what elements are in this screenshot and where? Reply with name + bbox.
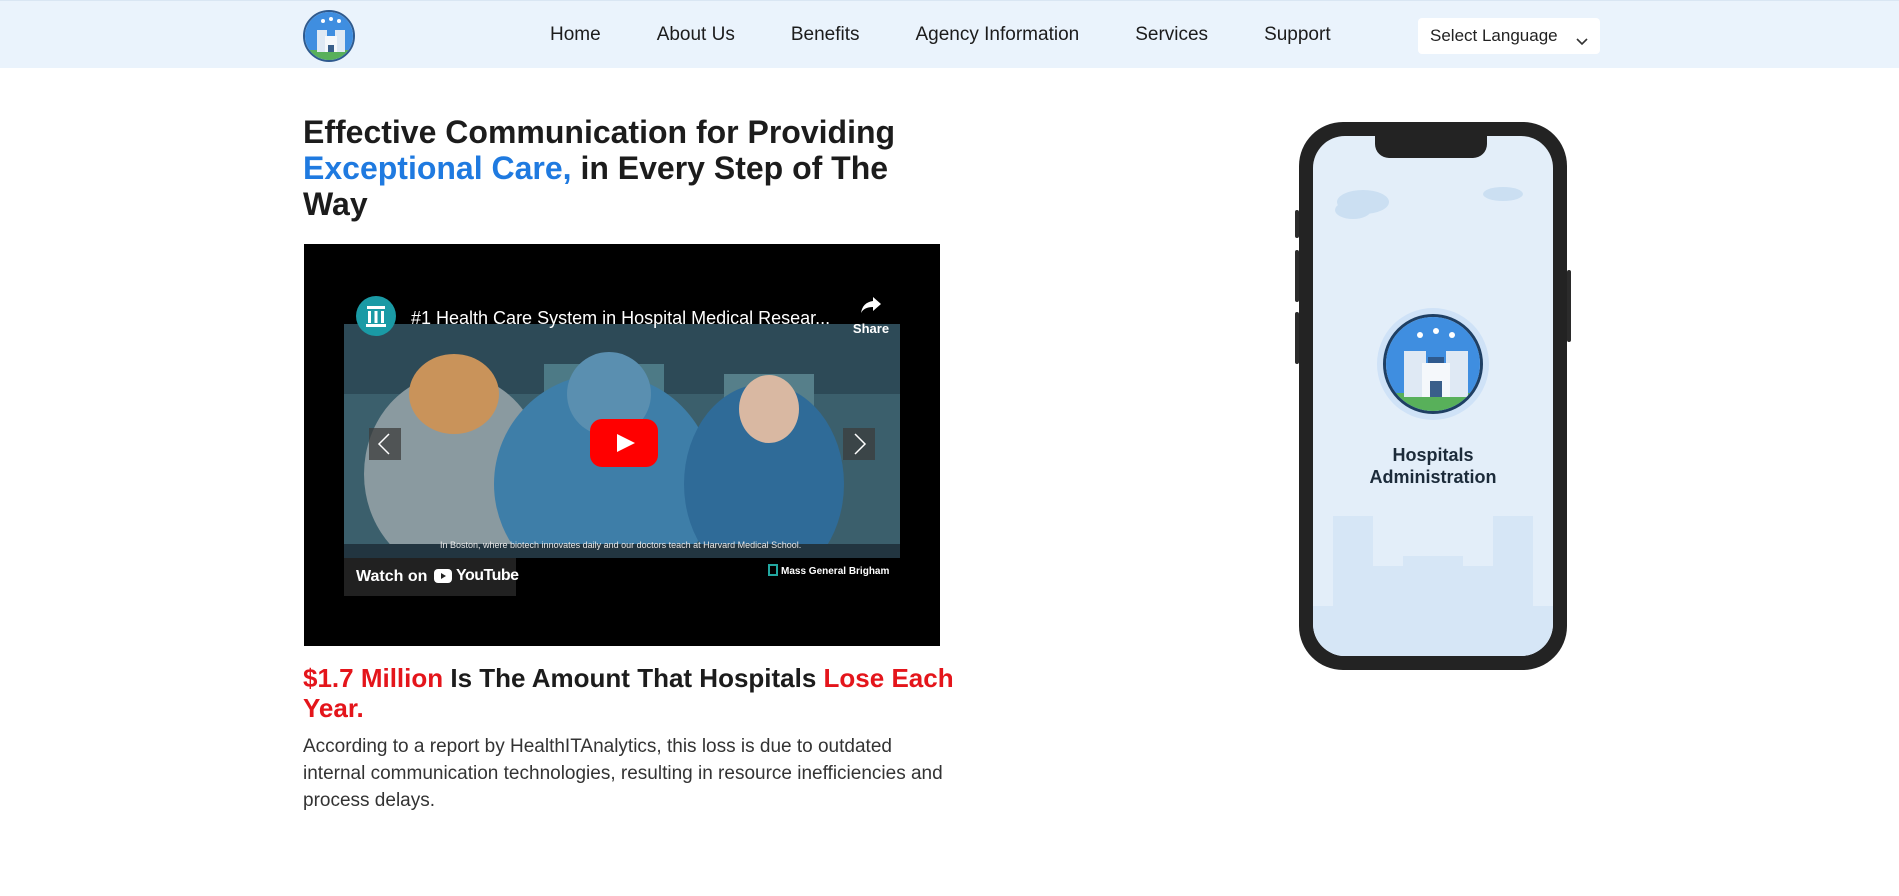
loss-description: According to a report by HealthITAnalyti…: [303, 736, 943, 811]
video-brand-watermark: Mass General Brigham: [768, 564, 889, 577]
app-name-line2: Administration: [1369, 467, 1497, 487]
phone-power-button: [1567, 270, 1571, 342]
video-title[interactable]: #1 Health Care System in Hospital Medica…: [411, 308, 830, 329]
app-name: Hospitals Administration: [1313, 444, 1553, 488]
nav-agency-information[interactable]: Agency Information: [916, 24, 1080, 46]
loss-middle-text: Is The Amount That Hospitals: [443, 663, 824, 693]
phone-screen: Hospitals Administration: [1313, 136, 1553, 656]
phone-mockup: Hospitals Administration: [1295, 122, 1571, 670]
language-select-label: Select Language: [1430, 26, 1558, 45]
nav-about-us[interactable]: About Us: [657, 24, 735, 46]
watch-on-youtube-button[interactable]: Watch on YouTube: [344, 558, 519, 596]
youtube-play-icon: [434, 569, 452, 583]
video-header: #1 Health Care System in Hospital Medica…: [356, 296, 896, 336]
hospital-app-icon[interactable]: [1377, 308, 1489, 420]
play-button[interactable]: [590, 419, 658, 467]
phone-side-button: [1295, 210, 1299, 238]
chevron-down-icon: [1576, 31, 1588, 51]
phone-volume-up: [1295, 250, 1299, 302]
hospital-building-icon: [1383, 314, 1483, 414]
loss-heading: $1.7 Million Is The Amount That Hospital…: [303, 663, 963, 723]
nav-home[interactable]: Home: [550, 24, 601, 46]
hero-title-accent: Exceptional Care,: [303, 150, 572, 186]
loss-amount: $1.7 Million: [303, 663, 444, 693]
app-name-line1: Hospitals: [1392, 445, 1474, 465]
nav-links: Home About Us Benefits Agency Informatio…: [550, 1, 1331, 69]
nav-support[interactable]: Support: [1264, 24, 1331, 46]
top-navbar: Home About Us Benefits Agency Informatio…: [0, 0, 1899, 68]
next-arrow-icon[interactable]: [843, 428, 875, 460]
share-button[interactable]: Share: [846, 296, 896, 344]
brand-icon: [768, 564, 778, 576]
share-icon: [860, 297, 882, 318]
channel-avatar[interactable]: [356, 296, 396, 336]
hospital-logo-icon[interactable]: [303, 10, 355, 62]
video-caption: In Boston, where biotech innovates daily…: [440, 540, 802, 550]
youtube-wordmark: YouTube: [456, 567, 519, 584]
language-select[interactable]: Select Language: [1418, 18, 1600, 54]
nav-services[interactable]: Services: [1135, 24, 1208, 46]
hero-title-part1: Effective Communication for Providing: [303, 114, 896, 150]
video-embed[interactable]: #1 Health Care System in Hospital Medica…: [304, 244, 940, 646]
brand-name: Mass General Brigham: [781, 566, 890, 577]
hero-title: Effective Communication for Providing Ex…: [303, 114, 943, 222]
share-label: Share: [852, 321, 890, 336]
watch-on-label: Watch on: [356, 568, 428, 585]
previous-arrow-icon[interactable]: [369, 428, 401, 460]
nav-benefits[interactable]: Benefits: [791, 24, 860, 46]
phone-volume-down: [1295, 312, 1299, 364]
